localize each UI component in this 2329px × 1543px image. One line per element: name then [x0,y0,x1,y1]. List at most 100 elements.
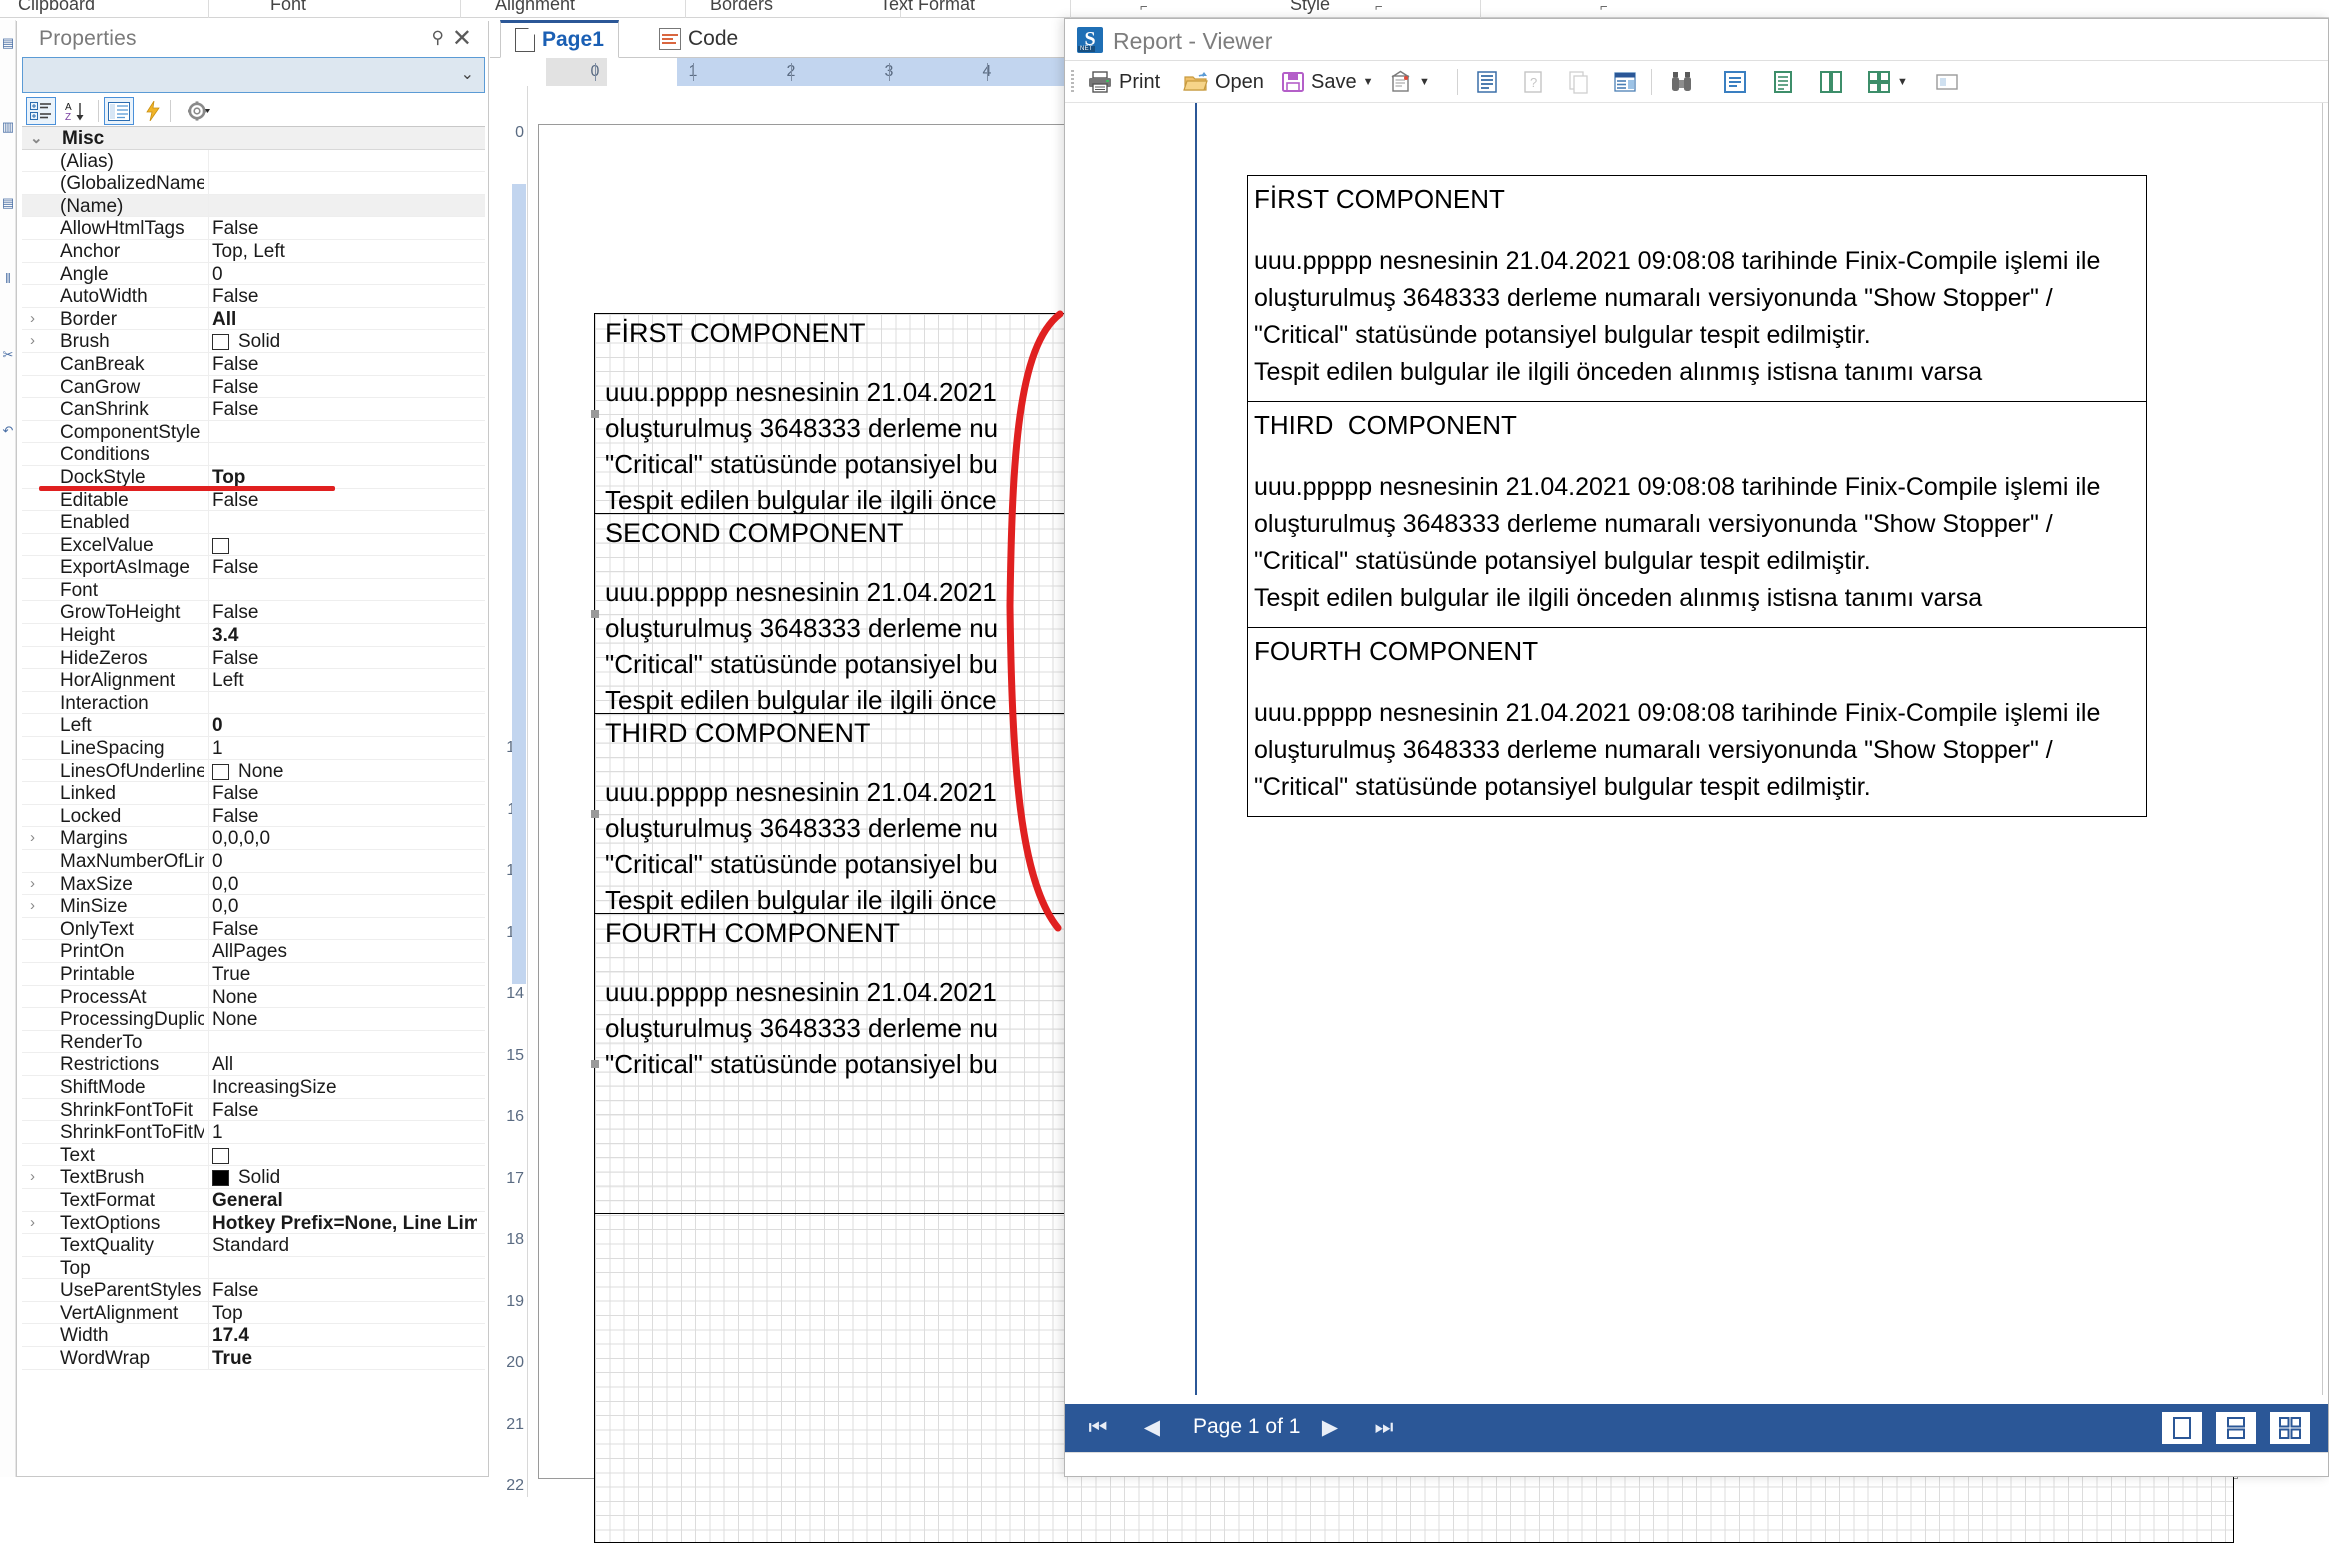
property-row[interactable]: TextFormat General [22,1188,485,1212]
chevron-right-icon[interactable]: › [30,310,44,327]
property-row[interactable]: ComponentStyle [22,420,485,444]
color-swatch[interactable] [212,1170,229,1187]
chevron-right-icon[interactable]: › [30,897,44,914]
view-single-page-icon[interactable] [2162,1412,2202,1444]
last-page-icon[interactable]: ⏭ [1367,1414,1401,1442]
property-row[interactable]: › Margins 0,0,0,0 [22,827,485,850]
close-icon[interactable]: ✕ [452,24,472,53]
property-row[interactable]: ExportAsImage False [22,556,485,579]
property-value[interactable]: General [212,1190,477,1212]
property-row[interactable]: › MaxSize 0,0 [22,872,485,896]
property-row[interactable]: PrintOn AllPages [22,940,485,963]
property-row[interactable]: CanGrow False [22,375,485,399]
property-row[interactable]: Editable False [22,488,485,512]
property-row[interactable]: Left 0 [22,714,485,738]
viewer-page[interactable]: FİRST COMPONENT uuu.ppppp nesnesinin 21.0… [1195,103,2323,1395]
property-row[interactable]: Anchor Top, Left [22,239,485,263]
zoom-fit-page-button[interactable] [1719,65,1751,99]
property-value[interactable]: 1 [212,738,477,760]
property-row[interactable]: › TextBrush Solid [22,1166,485,1189]
lightning-events-icon[interactable] [140,97,166,125]
object-selector-combobox[interactable]: ⌄ [22,57,485,93]
property-row[interactable]: ProcessAt None [22,985,485,1009]
properties-grid[interactable]: ⌄ Misc (Alias) (GlobalizedName) (Name) AllowH… [22,127,485,1472]
dialog-launcher-style[interactable]: ⌐ [1600,0,1608,14]
property-row[interactable]: › TextOptions Hotkey Prefix=None, Line Lim… [22,1211,485,1235]
band-resize-handle[interactable] [591,410,599,418]
chevron-right-icon[interactable]: › [30,875,44,892]
toolbar-grip[interactable] [1071,70,1074,94]
property-row[interactable]: (Name) [22,194,485,218]
property-value[interactable]: All [212,1054,477,1076]
open-button[interactable]: Open [1179,65,1268,99]
property-row[interactable]: Angle 0 [22,262,485,286]
property-row[interactable]: UseParentStyles False [22,1279,485,1302]
vertical-ruler[interactable]: 012345678910111213141516171819202122 [490,86,528,1497]
property-value[interactable]: False [212,490,477,512]
property-value[interactable]: False [212,1100,477,1122]
help-button[interactable]: ? [1517,65,1549,99]
property-row[interactable]: Locked False [22,804,485,828]
property-row[interactable]: OnlyText False [22,917,485,941]
property-row[interactable]: LinesOfUnderline None [22,759,485,783]
property-value[interactable]: AllPages [212,941,477,963]
alphabetical-sort-icon[interactable]: A Z [62,97,92,125]
color-swatch[interactable] [212,334,229,351]
property-value[interactable]: Top, Left [212,241,477,263]
property-value[interactable]: 0,0 [212,874,477,896]
property-value[interactable]: False [212,377,477,399]
property-value[interactable]: Solid [212,331,477,353]
property-value[interactable]: 0 [212,264,477,286]
save-dropdown-caret[interactable]: ▼ [1363,76,1374,88]
two-page-view-button[interactable] [1815,65,1847,99]
property-row[interactable]: HorAlignment Left [22,669,485,692]
property-value[interactable]: 0,0 [212,896,477,918]
copy-page-button[interactable] [1563,65,1595,99]
tab-code[interactable]: Code [645,20,752,58]
undo-icon[interactable]: ↶ [1,420,15,442]
band-resize-handle[interactable] [591,610,599,618]
property-row[interactable]: Restrictions All [22,1053,485,1076]
property-value[interactable]: False [212,354,477,376]
chevron-right-icon[interactable]: › [30,1168,44,1185]
property-row[interactable]: MaxNumberOfLines 0 [22,850,485,873]
property-value[interactable]: 0,0,0,0 [212,828,477,850]
property-value[interactable]: True [212,1348,477,1370]
property-row[interactable]: ProcessingDuplicates None [22,1008,485,1031]
property-row[interactable]: Enabled [22,511,485,534]
chevron-down-icon[interactable]: ⌄ [461,64,474,84]
property-row[interactable]: AllowHtmlTags False [22,217,485,240]
property-row[interactable]: Text [22,1143,485,1167]
property-row[interactable]: › Brush Solid [22,330,485,353]
band-resize-handle[interactable] [591,1060,599,1068]
bookmarks-button[interactable] [1609,65,1641,99]
property-value[interactable]: 0 [212,851,477,873]
property-value[interactable]: 0 [212,715,477,737]
property-value[interactable]: False [212,557,477,579]
dialog-launcher-text-format[interactable]: ⌐ [1375,0,1383,14]
pin-icon[interactable]: ⚲ [432,28,444,48]
property-row[interactable]: Font [22,578,485,602]
property-row[interactable]: VertAlignment Top [22,1301,485,1325]
property-value[interactable]: False [212,783,477,805]
property-value[interactable]: None [212,1009,477,1031]
clipboard-icon[interactable]: ▤ [1,32,15,54]
property-value[interactable]: False [212,218,477,240]
property-row[interactable]: CanShrink False [22,398,485,421]
single-page-view-button[interactable] [1767,65,1799,99]
property-value[interactable]: Hotkey Prefix=None, Line Limit=Fa [212,1213,477,1235]
property-value[interactable] [212,535,477,557]
property-row[interactable]: AutoWidth False [22,285,485,308]
property-value[interactable]: IncreasingSize [212,1077,477,1099]
email-dropdown-caret[interactable]: ▼ [1419,76,1430,88]
property-row[interactable]: (GlobalizedName) [22,172,485,195]
property-row[interactable]: (Alias) [22,149,485,173]
property-row[interactable]: RenderTo [22,1030,485,1054]
property-category-misc[interactable]: ⌄ Misc [22,127,485,150]
property-value[interactable]: False [212,286,477,308]
property-row[interactable]: LineSpacing 1 [22,737,485,760]
page-setup-button[interactable] [1471,65,1503,99]
paste-icon[interactable]: ▥ [1,116,15,138]
property-value[interactable] [212,1145,477,1167]
property-row[interactable]: HideZeros False [22,646,485,670]
